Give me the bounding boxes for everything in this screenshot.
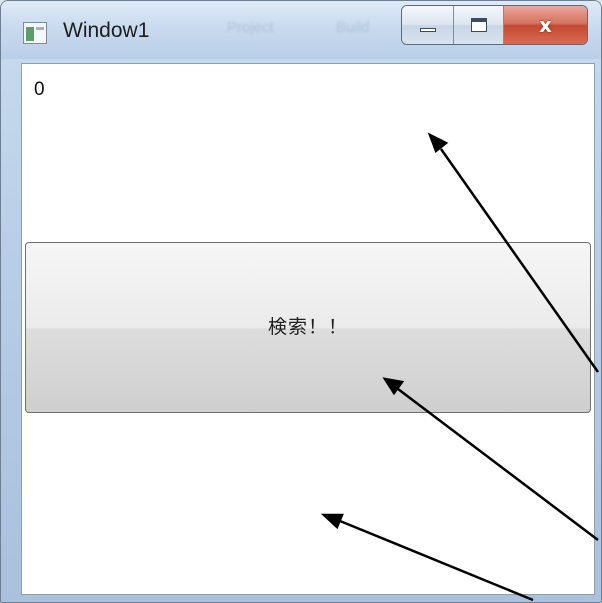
client-area: 0 検索！！ [21,63,595,595]
minimize-button[interactable] [402,6,454,44]
maximize-button[interactable] [454,6,504,44]
caption-buttons: x [401,5,588,45]
application-window: Window1 Project Build x 0 検索！！ [0,0,602,603]
background-menu-item-project: Project [227,19,274,36]
close-icon: x [539,13,552,37]
title-bar[interactable]: Window1 Project Build x [1,1,601,59]
app-window-icon[interactable] [23,22,47,44]
background-menu-item-build: Build [336,19,370,36]
close-button[interactable]: x [504,6,587,44]
maximize-icon [470,18,487,32]
minimize-icon [419,28,436,32]
result-text: 0 [34,79,45,100]
window-title: Window1 [63,19,150,42]
search-button[interactable]: 検索！！ [25,242,591,413]
search-button-label: 検索！！ [267,316,348,338]
